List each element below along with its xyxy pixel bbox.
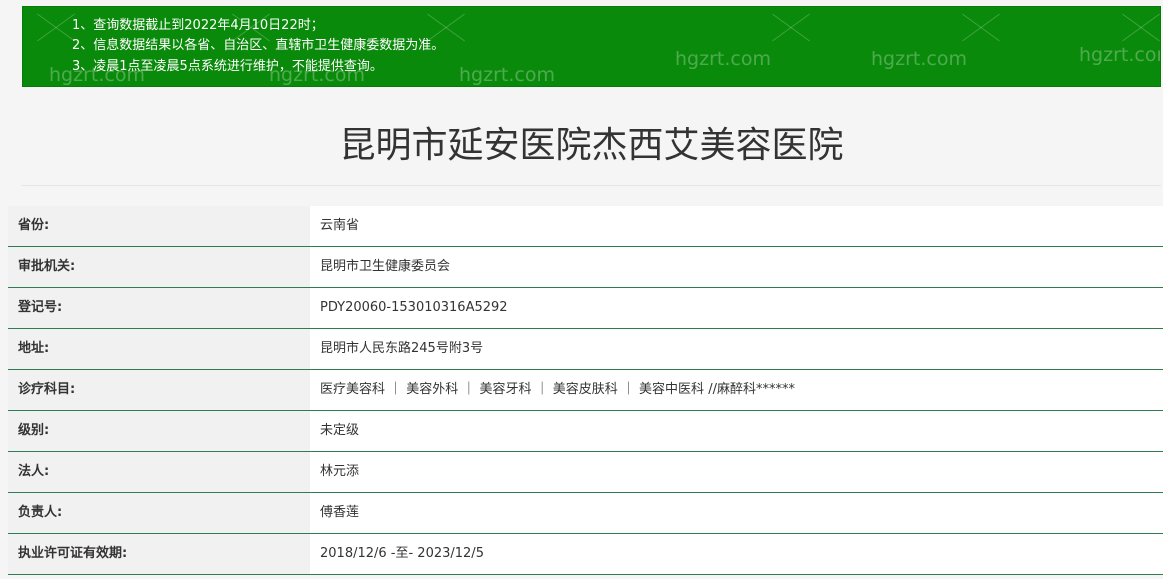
info-row-person-in-charge: 负责人: 傅香莲 (8, 493, 1163, 534)
watermark-text: hgzrt.com (675, 48, 771, 70)
title-divider (22, 185, 1161, 186)
watermark-text: hgzrt.com (1079, 44, 1160, 66)
info-label: 地址: (8, 329, 310, 369)
page-title: 昆明市延安医院杰西艾美容医院 (339, 125, 844, 166)
info-label: 诊疗科目: (8, 370, 310, 410)
info-row-license-validity: 执业许可证有效期: 2018/12/6 -至- 2023/12/5 (8, 534, 1163, 575)
notice-banner: hgzrt.com hgzrt.com hgzrt.com hgzrt.com … (22, 6, 1161, 87)
info-value: 昆明市卫生健康委员会 (310, 247, 1163, 287)
notice-line: 1、查询数据截止到2022年4月10日22时； (72, 18, 324, 33)
info-row-level: 级别: 未定级 (8, 411, 1163, 452)
info-label: 省份: (8, 206, 310, 246)
info-value: PDY20060-153010316A5292 (310, 288, 1163, 328)
info-value: 昆明市人民东路245号附3号 (310, 329, 1163, 369)
info-value: 2018/12/6 -至- 2023/12/5 (310, 534, 1163, 574)
watermark-cross-icon (1118, 13, 1160, 43)
info-row-registration-number: 登记号: PDY20060-153010316A5292 (8, 288, 1163, 329)
info-table: 省份: 云南省 审批机关: 昆明市卫生健康委员会 登记号: PDY20060-1… (8, 206, 1163, 575)
info-value: 医疗美容科 ｜ 美容外科 ｜ 美容牙科 ｜ 美容皮肤科 ｜ 美容中医科 //麻醉… (310, 370, 1163, 410)
info-row-departments: 诊疗科目: 医疗美容科 ｜ 美容外科 ｜ 美容牙科 ｜ 美容皮肤科 ｜ 美容中医… (8, 370, 1163, 411)
notice-line: 3、凌晨1点至凌晨5点系统进行维护，不能提供查询。 (72, 59, 383, 74)
info-label: 级别: (8, 411, 310, 451)
info-row-approval-authority: 审批机关: 昆明市卫生健康委员会 (8, 247, 1163, 288)
info-label: 审批机关: (8, 247, 310, 287)
info-row-province: 省份: 云南省 (8, 206, 1163, 247)
info-label: 法人: (8, 452, 310, 492)
watermark-cross-icon (768, 13, 810, 43)
info-value: 林元添 (310, 452, 1163, 492)
info-row-address: 地址: 昆明市人民东路245号附3号 (8, 329, 1163, 370)
watermark-text: hgzrt.com (871, 48, 967, 70)
notice-line: 2、信息数据结果以各省、自治区、直辖市卫生健康委数据为准。 (72, 38, 445, 53)
info-value: 云南省 (310, 206, 1163, 246)
watermark-cross-icon (33, 13, 75, 43)
info-row-legal-person: 法人: 林元添 (8, 452, 1163, 493)
watermark-text: hgzrt.com (459, 64, 555, 86)
info-label: 负责人: (8, 493, 310, 533)
watermark-cross-icon (958, 13, 1000, 43)
info-value: 未定级 (310, 411, 1163, 451)
info-value: 傅香莲 (310, 493, 1163, 533)
info-label: 执业许可证有效期: (8, 534, 310, 574)
info-label: 登记号: (8, 288, 310, 328)
